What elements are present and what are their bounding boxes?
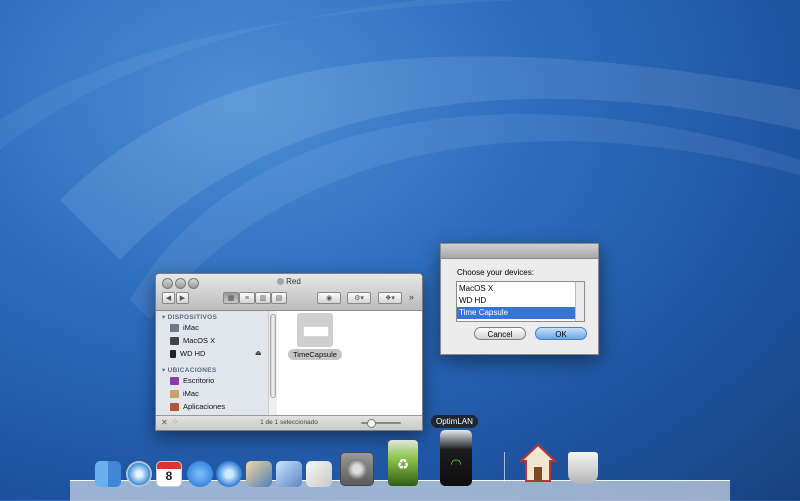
toolbar-overflow-icon[interactable]: »: [409, 292, 414, 302]
xcode-icon[interactable]: [276, 461, 302, 487]
chevron-right-icon: ▶: [179, 295, 186, 302]
recycle-symbol-icon: ♻: [396, 456, 410, 472]
dock-separator: [504, 452, 505, 482]
time-capsule-icon: [303, 326, 329, 337]
dialog-titlebar[interactable]: [441, 244, 598, 259]
app-store-icon[interactable]: [187, 461, 213, 487]
gear-icon: [347, 459, 367, 479]
ok-button[interactable]: OK: [535, 327, 587, 340]
window-title: Red: [156, 277, 422, 286]
ical-day: 8: [165, 469, 173, 483]
itunes-icon[interactable]: [216, 461, 242, 487]
desktop-folder-icon: [170, 377, 179, 386]
coverflow-icon: ▤: [275, 295, 283, 302]
sidebar-item-macos-x[interactable]: MacOS X: [170, 335, 215, 346]
finder-sidebar: ▾ DISPOSITIVOS iMac MacOS X WD HD ⏏ ▾ UB…: [156, 311, 269, 415]
chevron-left-icon: ◀: [165, 295, 172, 302]
device-list-item-macos-x[interactable]: MacOS X: [457, 283, 576, 295]
back-button[interactable]: ◀: [162, 292, 175, 304]
sidebar-item-aplicaciones[interactable]: Aplicaciones: [170, 401, 225, 412]
scrollbar-thumb[interactable]: [270, 314, 276, 398]
file-label[interactable]: TimeCapsule: [288, 349, 342, 360]
zoom-slider-thumb[interactable]: [367, 419, 376, 428]
device-chooser-dialog[interactable]: Choose your devices: MacOS X WD HD Time …: [440, 243, 599, 355]
cancel-button[interactable]: Cancel: [474, 327, 526, 340]
sidebar-item-home-imac[interactable]: iMac: [170, 388, 199, 399]
device-list[interactable]: MacOS X WD HD Time Capsule: [456, 281, 585, 322]
finder-titlebar[interactable]: Red ◀ ▶ ▦ ≡ ▥ ▤ ◉ ⚙▾ ❖▾ »: [156, 274, 422, 311]
forward-button[interactable]: ▶: [176, 292, 189, 304]
status-bar: ✕ ⁘ 1 de 1 seleccionado: [156, 415, 422, 430]
dock-tooltip: OptimLAN: [431, 415, 478, 428]
grid-icon: ▦: [227, 295, 235, 302]
device-list-item-time-capsule[interactable]: Time Capsule: [457, 307, 576, 319]
action-button[interactable]: ⚙▾: [347, 292, 371, 304]
ical-icon[interactable]: 8: [156, 461, 182, 487]
drive-icon: [170, 337, 179, 346]
finder-icon[interactable]: [95, 461, 121, 487]
sidebar-item-escritorio[interactable]: Escritorio: [170, 375, 214, 386]
applications-folder-icon: [170, 403, 179, 412]
sidebar-item-wd-hd[interactable]: WD HD: [170, 348, 205, 359]
quick-look-button[interactable]: ◉: [317, 292, 341, 304]
time-capsule-file[interactable]: [297, 313, 333, 347]
icon-view-button[interactable]: ▦: [223, 292, 239, 304]
home-folder-icon: [170, 390, 179, 399]
device-list-scrollbar[interactable]: [575, 282, 584, 321]
house-icon: [518, 443, 558, 482]
eye-icon: ◉: [325, 295, 333, 302]
finder-window[interactable]: Red ◀ ▶ ▦ ≡ ▥ ▤ ◉ ⚙▾ ❖▾ » ▾ DISPOSITIVOS…: [155, 273, 423, 431]
home-icon[interactable]: [518, 443, 558, 483]
script-editor-icon[interactable]: [306, 461, 332, 487]
sidebar-header-places: ▾ UBICACIONES: [162, 367, 217, 374]
gear-icon: ⚙▾: [354, 295, 364, 302]
eject-icon[interactable]: ⏏: [255, 349, 262, 357]
sidebar-header-devices: ▾ DISPOSITIVOS: [162, 314, 218, 321]
imac-icon: [170, 324, 179, 333]
dropbox-button[interactable]: ❖▾: [378, 292, 402, 304]
dialog-prompt: Choose your devices:: [457, 268, 534, 277]
sidebar-scrollbar[interactable]: [268, 311, 277, 415]
recycle-bin-icon[interactable]: ♻: [388, 440, 418, 486]
wifi-icon: ◠: [450, 456, 462, 471]
optimlan-icon[interactable]: ◠: [440, 430, 472, 486]
device-list-item-wd-hd[interactable]: WD HD: [457, 295, 576, 307]
iphoto-icon[interactable]: [246, 461, 272, 487]
column-view-button[interactable]: ▥: [255, 292, 271, 304]
list-icon: ≡: [244, 295, 250, 302]
system-preferences-icon[interactable]: [340, 452, 374, 486]
network-folder-icon: [277, 278, 285, 285]
coverflow-view-button[interactable]: ▤: [271, 292, 287, 304]
dropbox-icon: ❖▾: [385, 295, 395, 302]
sidebar-item-imac[interactable]: iMac: [170, 322, 199, 333]
list-view-button[interactable]: ≡: [239, 292, 255, 304]
safari-icon[interactable]: [126, 461, 152, 487]
zoom-slider[interactable]: [361, 419, 401, 428]
file-area[interactable]: TimeCapsule: [277, 311, 422, 415]
external-drive-icon: [170, 350, 176, 359]
trash-icon[interactable]: [568, 452, 598, 484]
columns-icon: ▥: [259, 295, 267, 302]
